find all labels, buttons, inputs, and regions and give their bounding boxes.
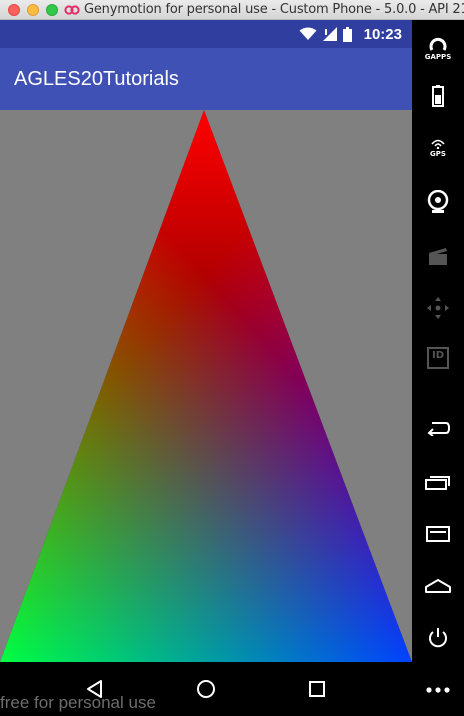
tool-gps[interactable]: GPS: [412, 126, 464, 170]
android-nav-bar: [0, 662, 412, 716]
status-bar: 10:23: [0, 20, 412, 48]
tool-dpad[interactable]: [412, 286, 464, 330]
rgb-triangle-canvas: [0, 110, 412, 662]
window-maximize-button[interactable]: [46, 4, 58, 16]
tool-menu[interactable]: [412, 512, 464, 556]
nav-back-button[interactable]: [75, 669, 115, 709]
tool-webcam[interactable]: [412, 180, 464, 224]
app-toolbar: AGLES20Tutorials: [0, 48, 412, 110]
app-title: AGLES20Tutorials: [14, 67, 179, 90]
battery-icon: [342, 26, 352, 42]
back-triangle-icon: [87, 680, 103, 698]
gapps-label: GAPPS: [424, 52, 452, 61]
status-clock: 10:23: [363, 25, 402, 43]
menu-icon: [426, 526, 450, 542]
tool-power[interactable]: [412, 616, 464, 660]
wifi-icon: [299, 27, 317, 40]
battery-tool-icon: [432, 85, 444, 107]
clapperboard-icon: [429, 248, 447, 265]
tool-back[interactable]: [412, 406, 464, 450]
nav-recents-button[interactable]: [297, 669, 337, 709]
tool-media[interactable]: [412, 234, 464, 278]
tool-gapps[interactable]: GAPPS: [412, 26, 464, 70]
tool-home[interactable]: [412, 564, 464, 608]
webcam-icon: [427, 190, 449, 213]
tool-recents[interactable]: [412, 460, 464, 504]
window-title: Genymotion for personal use - Custom Pho…: [84, 2, 464, 17]
tool-device-id[interactable]: ID: [412, 336, 464, 380]
nav-home-button[interactable]: [186, 669, 226, 709]
power-icon: [429, 628, 447, 648]
gps-icon: [431, 139, 445, 149]
home-house-icon: [425, 579, 451, 593]
window-title-bar: Genymotion for personal use - Custom Pho…: [0, 0, 464, 20]
window-minimize-button[interactable]: [27, 4, 39, 16]
gps-label: GPS: [430, 149, 446, 158]
emulator-toolbar: GAPPS GPS ID: [412, 20, 464, 716]
rgb-triangle: [0, 110, 412, 662]
back-arrow-icon: [427, 422, 450, 436]
device-screen[interactable]: 10:23 AGLES20Tutorials: [0, 20, 412, 662]
gapps-icon: [429, 37, 447, 51]
recent-apps-icon: [425, 476, 450, 490]
id-label: ID: [431, 350, 445, 361]
dpad-icon: [427, 297, 449, 319]
more-dots-icon: [426, 687, 450, 693]
tool-battery[interactable]: [412, 74, 464, 118]
home-circle-icon: [196, 680, 215, 698]
gl-surface-view[interactable]: [0, 110, 412, 662]
recents-square-icon: [308, 681, 325, 697]
genymotion-logo-icon: [64, 5, 80, 15]
window-close-button[interactable]: [8, 4, 20, 16]
signal-icon: [322, 27, 337, 41]
tool-more[interactable]: [412, 668, 464, 712]
